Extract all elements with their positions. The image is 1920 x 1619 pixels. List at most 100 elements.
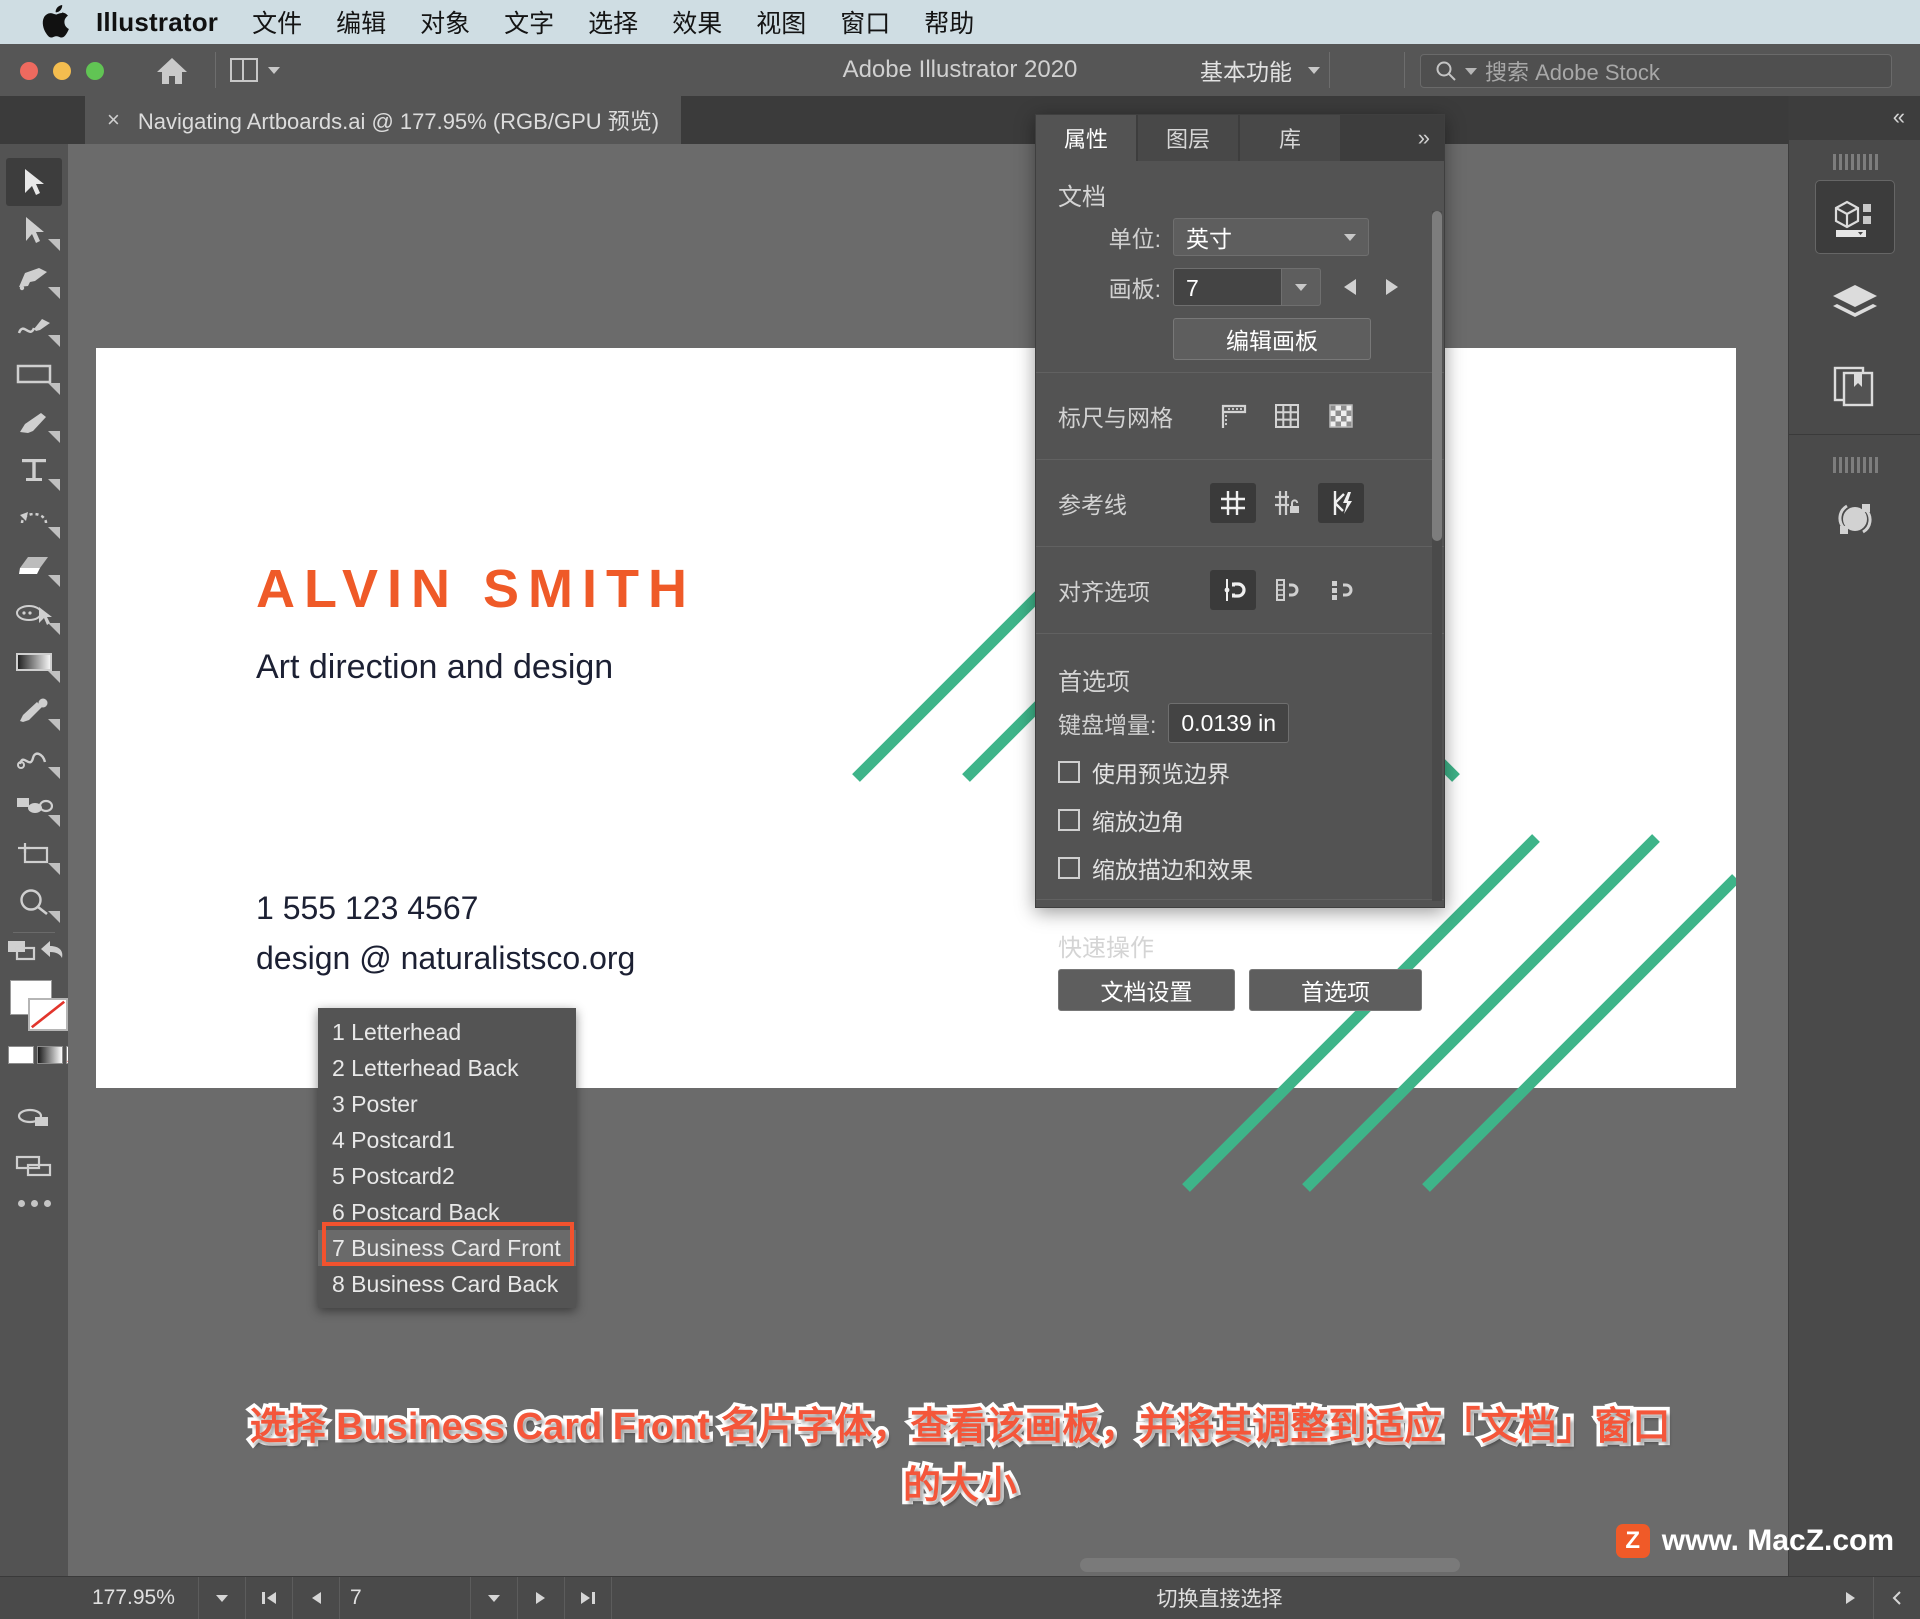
color-swatch-button[interactable] <box>8 1046 34 1064</box>
first-artboard-button[interactable] <box>246 1577 293 1619</box>
zoom-level-field[interactable]: 177.95% <box>82 1577 199 1619</box>
zoom-tool[interactable] <box>6 878 62 926</box>
next-artboard-button[interactable] <box>518 1577 565 1619</box>
artboard-menu-item[interactable]: 8 Business Card Back <box>318 1266 576 1302</box>
tab-properties[interactable]: 属性 <box>1036 115 1136 161</box>
menu-app-name[interactable]: Illustrator <box>96 7 218 38</box>
symbol-sprayer-tool[interactable] <box>6 782 62 830</box>
selection-tool[interactable] <box>6 158 62 206</box>
close-tab-icon[interactable]: × <box>107 109 120 131</box>
show-guides-icon[interactable] <box>1210 483 1256 523</box>
document-setup-button[interactable]: 文档设置 <box>1058 969 1235 1011</box>
type-tool[interactable] <box>6 446 62 494</box>
maximize-window-button[interactable] <box>86 62 104 80</box>
gradient-swatch-button[interactable] <box>37 1046 63 1064</box>
scale-strokes-checkbox-row[interactable]: 缩放描边和效果 <box>1036 851 1444 885</box>
minimize-window-button[interactable] <box>53 62 71 80</box>
arrange-documents-button[interactable] <box>230 58 280 82</box>
cc-sync-icon[interactable] <box>1816 483 1894 555</box>
artboard-menu-item[interactable]: 4 Postcard1 <box>318 1122 576 1158</box>
artboard-menu-item[interactable]: 3 Poster <box>318 1086 576 1122</box>
artboard-menu-item[interactable]: 1 Letterhead <box>318 1014 576 1050</box>
close-window-button[interactable] <box>20 62 38 80</box>
artboard-business-card-front[interactable]: ALVIN SMITH Art direction and design 1 5… <box>96 348 1736 1192</box>
checkbox[interactable] <box>1058 857 1080 879</box>
artboard-number-input[interactable]: 7 <box>1173 268 1281 306</box>
artboard-dropdown-icon[interactable] <box>471 1577 518 1619</box>
checkbox[interactable] <box>1058 761 1080 783</box>
menu-object[interactable]: 对象 <box>420 4 470 40</box>
tab-libraries[interactable]: 库 <box>1240 115 1340 161</box>
snap-to-grid-icon[interactable] <box>1318 570 1364 610</box>
drawing-mode-icon[interactable] <box>6 1094 62 1142</box>
previous-artboard-button[interactable] <box>1333 270 1367 304</box>
menu-edit[interactable]: 编辑 <box>336 4 386 40</box>
transparency-grid-icon[interactable] <box>1318 396 1364 436</box>
menu-select[interactable]: 选择 <box>588 4 638 40</box>
rail-grip-icon[interactable] <box>1789 443 1920 483</box>
document-tab[interactable]: × Navigating Artboards.ai @ 177.95% (RGB… <box>85 96 682 144</box>
panel-menu-icon[interactable]: » <box>1418 115 1430 161</box>
properties-panel[interactable]: 属性 图层 库 » 文档 单位: 英寸 画板: 7 编辑画板 标尺与网格 参考线… <box>1035 114 1445 1011</box>
scale-corners-checkbox-row[interactable]: 缩放边角 <box>1036 803 1444 837</box>
artboard-menu-item[interactable]: 5 Postcard2 <box>318 1158 576 1194</box>
adobe-stock-search[interactable]: 搜索 Adobe Stock <box>1420 54 1892 88</box>
zoom-dropdown-icon[interactable] <box>199 1577 246 1619</box>
eraser-tool[interactable] <box>6 542 62 590</box>
last-artboard-button[interactable] <box>565 1577 612 1619</box>
grid-icon[interactable] <box>1264 396 1310 436</box>
scrollbar-thumb[interactable] <box>1432 211 1442 541</box>
lock-guides-icon[interactable] <box>1264 483 1310 523</box>
apple-logo-icon[interactable] <box>40 5 70 39</box>
blend-tool[interactable] <box>6 734 62 782</box>
rectangle-tool[interactable] <box>6 350 62 398</box>
units-select[interactable]: 英寸 <box>1173 218 1369 256</box>
eyedropper-tool[interactable] <box>6 686 62 734</box>
libraries-icon[interactable] <box>1816 350 1894 422</box>
snap-to-point-icon[interactable] <box>1210 570 1256 610</box>
shape-builder-tool[interactable] <box>6 590 62 638</box>
menu-view[interactable]: 视图 <box>756 4 806 40</box>
rail-grip-icon[interactable] <box>1789 140 1920 180</box>
menu-type[interactable]: 文字 <box>504 4 554 40</box>
next-artboard-button[interactable] <box>1375 270 1409 304</box>
status-expand-icon[interactable] <box>1874 1577 1920 1619</box>
direct-selection-tool[interactable] <box>6 206 62 254</box>
preferences-button[interactable]: 首选项 <box>1248 969 1422 1011</box>
collapse-panels-icon[interactable]: « <box>1893 104 1905 130</box>
menu-effect[interactable]: 效果 <box>672 4 722 40</box>
artboard-number-field[interactable]: 7 <box>340 1577 471 1619</box>
paintbrush-tool[interactable] <box>6 398 62 446</box>
edit-artboard-button[interactable]: 编辑画板 <box>1173 318 1371 360</box>
screen-mode-icon[interactable] <box>6 1142 62 1190</box>
preview-bounds-checkbox-row[interactable]: 使用预览边界 <box>1036 755 1444 789</box>
gradient-tool[interactable] <box>6 638 62 686</box>
snap-to-pixel-icon[interactable] <box>1264 570 1310 610</box>
menu-file[interactable]: 文件 <box>252 4 302 40</box>
menu-help[interactable]: 帮助 <box>924 4 974 40</box>
artboard-dropdown-button[interactable] <box>1281 268 1321 306</box>
home-icon[interactable] <box>155 56 189 86</box>
menu-window[interactable]: 窗口 <box>840 4 890 40</box>
canvas-area[interactable]: ALVIN SMITH Art direction and design 1 5… <box>68 144 1788 1576</box>
tab-layers[interactable]: 图层 <box>1138 115 1238 161</box>
checkbox[interactable] <box>1058 809 1080 831</box>
layers-icon[interactable] <box>1816 266 1894 338</box>
stroke-swatch[interactable] <box>28 998 68 1031</box>
artboard-tool[interactable] <box>6 830 62 878</box>
status-menu-icon[interactable] <box>1827 1577 1874 1619</box>
panel-scrollbar[interactable] <box>1432 211 1442 901</box>
edit-toolbar-icon[interactable] <box>0 1200 68 1207</box>
rotate-tool[interactable] <box>6 494 62 542</box>
horizontal-scrollbar[interactable] <box>1080 1558 1460 1572</box>
undo-arrow-icon[interactable] <box>40 939 68 968</box>
workspace-switcher[interactable]: 基本功能 <box>1200 44 1320 96</box>
3d-properties-icon[interactable] <box>1815 180 1895 254</box>
curvature-tool[interactable] <box>6 302 62 350</box>
pen-tool[interactable] <box>6 254 62 302</box>
smart-guides-icon[interactable] <box>1318 483 1364 523</box>
artboard-menu-item[interactable]: 2 Letterhead Back <box>318 1050 576 1086</box>
change-screen-mode-icon[interactable] <box>6 939 40 968</box>
keyboard-increment-input[interactable]: 0.0139 in <box>1168 703 1290 743</box>
previous-artboard-button[interactable] <box>293 1577 340 1619</box>
